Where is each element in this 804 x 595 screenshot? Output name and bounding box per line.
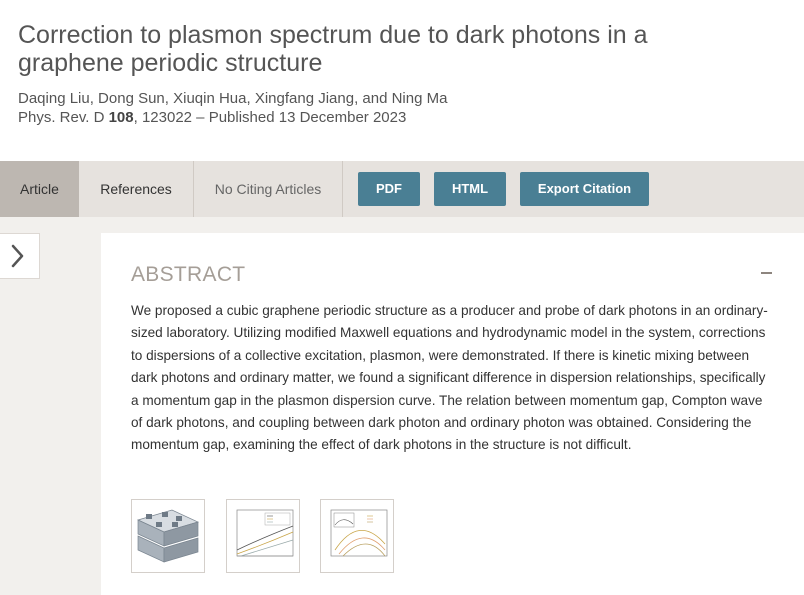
abstract-panel: ABSTRACT We proposed a cubic graphene pe… xyxy=(101,233,804,595)
figure-thumbnail-2[interactable] xyxy=(226,499,300,573)
html-button[interactable]: HTML xyxy=(434,172,506,206)
tab-references[interactable]: References xyxy=(79,161,194,217)
figure-thumbnail-3[interactable] xyxy=(320,499,394,573)
pdf-button[interactable]: PDF xyxy=(358,172,420,206)
journal-volume: 108 xyxy=(108,109,134,126)
tab-citing-articles[interactable]: No Citing Articles xyxy=(194,161,343,217)
article-citation: Phys. Rev. D 108, 123022 – Published 13 … xyxy=(18,109,406,126)
abstract-heading: ABSTRACT xyxy=(131,263,246,286)
export-citation-button[interactable]: Export Citation xyxy=(520,172,649,206)
figure-3-image xyxy=(330,509,388,557)
abstract-text: We proposed a cubic graphene periodic st… xyxy=(131,303,768,453)
sidebar-toggle-button[interactable] xyxy=(0,233,40,279)
figure-1-image xyxy=(137,509,199,563)
figure-thumbnail-1[interactable] xyxy=(131,499,205,573)
journal-name: Phys. Rev. D xyxy=(18,109,105,126)
figure-2-image xyxy=(236,509,294,557)
article-header: Correction to plasmon spectrum due to da… xyxy=(0,0,804,161)
chevron-right-icon xyxy=(11,244,24,268)
tab-article[interactable]: Article xyxy=(0,161,79,217)
article-number-date: , 123022 – Published 13 December 2023 xyxy=(133,109,407,126)
minus-icon[interactable] xyxy=(761,272,772,274)
article-tab-bar: Article References No Citing Articles PD… xyxy=(0,161,804,217)
article-authors: Daqing Liu, Dong Sun, Xiuqin Hua, Xingfa… xyxy=(18,90,448,107)
article-title: Correction to plasmon spectrum due to da… xyxy=(18,21,648,77)
